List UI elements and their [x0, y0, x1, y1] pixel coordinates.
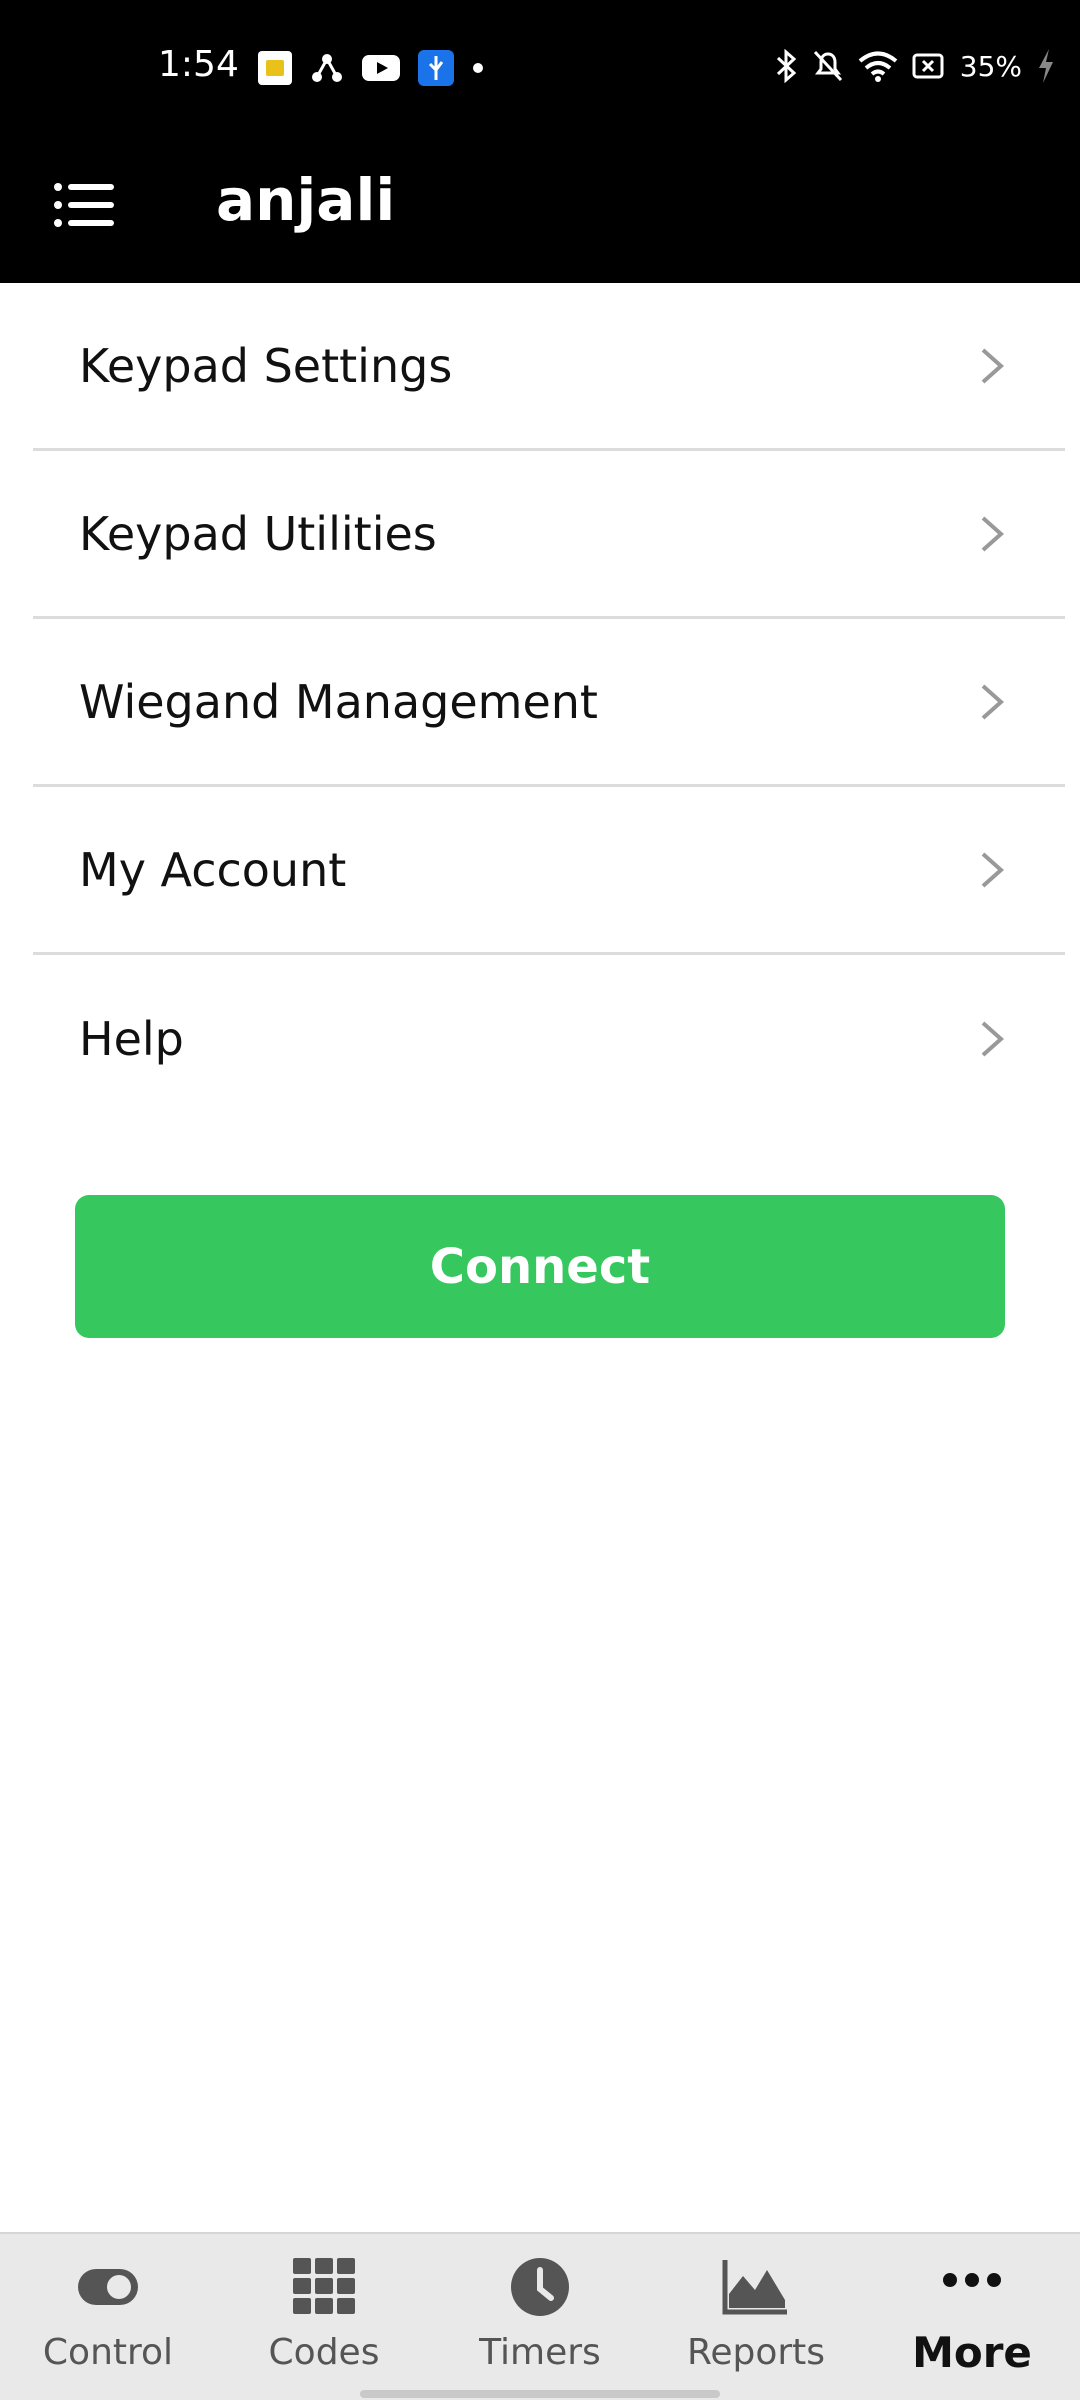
nav-item-codes[interactable]: Codes — [216, 2234, 432, 2402]
nav-label: Timers — [479, 2332, 601, 2373]
chevron-right-icon — [981, 348, 1005, 383]
chevron-right-icon — [981, 1021, 1005, 1057]
bell-off-icon — [813, 50, 842, 82]
toggle-icon — [78, 2269, 138, 2305]
wifi-icon — [858, 51, 898, 82]
youtube-icon — [362, 55, 400, 81]
sim-notification-icon — [258, 51, 292, 85]
usb-icon — [418, 50, 454, 86]
chevron-right-icon — [981, 684, 1005, 719]
nav-label: More — [912, 2328, 1032, 2377]
bottom-nav: Control Codes Timers Reports More — [0, 2232, 1080, 2400]
nav-item-control[interactable]: Control — [0, 2234, 216, 2402]
nav-item-timers[interactable]: Timers — [432, 2234, 648, 2402]
chevron-right-icon — [981, 852, 1005, 887]
nav-label: Reports — [686, 2332, 826, 2373]
nav-label: Control — [42, 2332, 174, 2373]
page-title: anjali — [216, 166, 396, 234]
connect-button[interactable]: Connect — [75, 1195, 1005, 1338]
settings-menu-list: Keypad Settings Keypad Utilities Wiegand… — [33, 283, 1065, 1123]
dot-icon — [473, 63, 483, 73]
clock-icon — [511, 2258, 569, 2316]
chevron-right-icon — [981, 516, 1005, 551]
nav-label: Codes — [268, 2332, 380, 2373]
bluetooth-icon — [776, 49, 796, 83]
more-dots-icon — [943, 2273, 1001, 2287]
status-time: 1:54 — [158, 44, 239, 85]
menu-item-keypad-utilities[interactable]: Keypad Utilities — [33, 451, 1065, 619]
menu-item-keypad-settings[interactable]: Keypad Settings — [33, 283, 1065, 451]
grid-icon — [293, 2258, 355, 2314]
menu-item-label: Help — [79, 1012, 184, 1066]
nav-item-more[interactable]: More — [864, 2234, 1080, 2402]
status-bar: 1:54 35% — [0, 0, 1080, 138]
list-menu-icon[interactable] — [50, 170, 120, 240]
menu-item-label: Keypad Settings — [79, 338, 453, 393]
share-icon — [312, 54, 342, 82]
menu-item-label: Wiegand Management — [79, 674, 598, 729]
notification-icons — [258, 50, 484, 86]
menu-item-wiegand-management[interactable]: Wiegand Management — [33, 619, 1065, 787]
app-header: anjali — [0, 138, 1080, 283]
system-status-icons: 35% — [774, 48, 1056, 84]
menu-item-help[interactable]: Help — [33, 955, 1065, 1123]
nav-item-reports[interactable]: Reports — [648, 2234, 864, 2402]
area-chart-icon — [722, 2260, 787, 2315]
charging-icon — [1039, 49, 1053, 83]
menu-item-my-account[interactable]: My Account — [33, 787, 1065, 955]
menu-item-label: My Account — [79, 842, 347, 897]
menu-item-label: Keypad Utilities — [79, 506, 437, 561]
battery-saver-icon — [912, 53, 944, 79]
battery-percent: 35% — [959, 49, 1022, 83]
home-indicator[interactable] — [360, 2390, 720, 2398]
